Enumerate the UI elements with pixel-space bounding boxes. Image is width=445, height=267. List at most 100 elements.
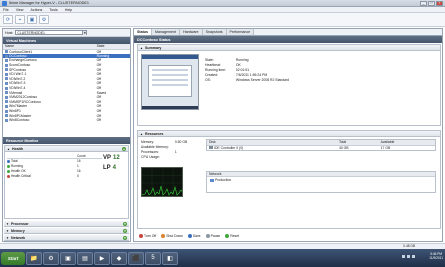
taskbar-app-icon[interactable]: 📁 [26,251,42,265]
tray-volume-icon[interactable] [412,255,415,258]
vm-icon [5,86,8,90]
chevron-down-icon[interactable]: ▼ [123,222,127,226]
action-label: Pause [210,234,221,238]
vm-state: Off [96,118,102,123]
action-icon [139,234,143,238]
action-shut-down-button[interactable]: Shut Down [161,234,183,238]
field-value: Windows Server 2008 R2 Standard [235,77,290,82]
taskbar-app-icon[interactable]: ◆ [111,251,127,265]
tab-snapshots[interactable]: Snapshots [202,29,227,35]
action-turn-off-button[interactable]: Turn Off [139,234,156,238]
vm-name: VMemail [9,90,23,95]
health-header[interactable]: ▲ Health ▲ [5,146,128,152]
memory-section[interactable]: ▼ Memory ▼ [4,228,129,234]
taskbar-app-icon[interactable]: ▣ [60,251,76,265]
chevron-up-icon[interactable]: ▲ [122,147,126,151]
network-item-label: Production [215,178,232,182]
app-icon [2,0,7,6]
close-button[interactable]: × [436,1,443,6]
host-value: CLUSTERNODE1 [17,31,45,35]
taskbar-app-icon[interactable]: ⬛ [128,251,144,265]
taskbar-app-icon[interactable]: ⚙ [43,251,59,265]
chevron-down-icon[interactable]: ▼ [123,229,127,233]
health-count: 0 [77,174,79,178]
processor-title: Processor [10,221,29,226]
vm-icon [5,82,8,86]
connect-icon[interactable]: ▣ [27,15,37,24]
taskbar-app-icon[interactable]: ▤ [77,251,93,265]
resources-header[interactable]: ▲ Resources [138,131,440,137]
field-value [175,154,193,159]
clock[interactable]: 5:46 PM 11/9/2011 [429,252,443,260]
chevron-down-icon[interactable]: ▼ [123,236,127,240]
tray-network-icon[interactable] [407,255,410,258]
taskbar-app-icon[interactable]: ◧ [162,251,178,265]
disk-icon [209,146,213,150]
network-box: Network Production [206,171,436,193]
vm-name: VDIWin7-4 [9,86,26,91]
health-table: Count Total 16 Running 1 Health OK 16 Health C… [7,154,102,179]
action-icon [205,234,210,238]
tab-management[interactable]: Management [151,29,180,35]
minimize-button[interactable]: _ [420,1,427,6]
network-item[interactable]: Production [207,178,435,182]
action-label: Save [192,234,201,238]
field-key: CPU Usage: [141,154,160,159]
action-pause-button[interactable]: Pause [205,234,221,238]
vm-name: SPContoso [9,67,27,72]
menu-file[interactable]: File [3,8,9,12]
maximize-button[interactable]: □ [428,1,435,6]
field-key: OS: [205,77,211,82]
host-select[interactable]: CLUSTERNODE1 ▼ [15,30,88,35]
disks-table: Disk Total Available IDE Controller 0 (0… [206,139,436,151]
taskbar: Start 📁 ⚙ ▣ ▤ ▶ ◆ ⬛ 5 ◧ 5:46 PM 11/9/2011 [0,249,445,267]
vm-table: Name State ContosoClient1 Off DCContoso Run… [3,44,130,123]
menu-actions[interactable]: Actions [31,8,43,12]
menu-view[interactable]: View [16,8,24,12]
summary-header[interactable]: ▲ Summary [138,45,440,51]
action-icon [161,234,166,238]
disk-name: IDE Controller 0 (0) [214,145,244,150]
action-save-button[interactable]: Save [187,234,201,238]
vp-lp-counters: VP 12 LP 4 [103,155,125,171]
health-label: Health OK [11,169,26,173]
vm-icon [5,72,8,76]
tab-hardware[interactable]: Hardware [179,29,203,35]
cpu-usage-graph [141,167,183,197]
menu-help[interactable]: Help [65,8,72,12]
chevron-down-icon[interactable]: ▼ [82,31,87,35]
vm-name: VDIWin7-3 [9,81,26,86]
vm-icon [5,63,8,67]
new-vm-icon[interactable]: + [15,15,25,24]
processor-section[interactable]: ▼ Processor ▼ [4,221,129,227]
summary-title: Summary [144,45,162,50]
tab-status[interactable]: Status [134,29,152,35]
memory-status: 0.48 GB [403,244,415,248]
taskbar-app-icon[interactable]: ▶ [94,251,110,265]
settings-icon[interactable]: ⚙ [39,15,49,24]
vm-icon [5,95,8,99]
disk-row[interactable]: IDE Controller 0 (0) 40 GB 17 GB [207,145,435,150]
vm-row[interactable]: Win8Contoso Off [3,118,130,123]
vm-name: Win8Contoso [9,118,30,123]
network-section[interactable]: ▼ Network ▼ [4,235,129,241]
status-dot-icon [7,169,10,173]
virtual-machines-header: Virtual Machines [3,37,130,44]
expand-icon: ▼ [6,235,9,240]
action-reset-button[interactable]: Reset [225,234,239,238]
start-button[interactable]: Start [1,251,25,265]
vm-name: VMMSP1RCContoso [9,99,41,104]
summary-fields: State: Running Heartbeat: OK Running time: 02… [205,58,299,82]
network-header: Network [207,172,435,177]
taskbar-app-icon[interactable]: 5 [145,251,161,265]
lp-value: 4 [112,165,117,171]
disk-total: 40 GB [338,145,349,150]
tray-flag-icon[interactable] [402,255,405,258]
vm-thumbnail[interactable] [141,54,199,110]
tab-performance[interactable]: Performance [226,29,255,35]
vm-icon [5,109,8,113]
action-icon [225,234,230,238]
refresh-icon[interactable]: ⟳ [3,15,13,24]
health-label: Health Critical [11,174,31,178]
menu-tools[interactable]: Tools [49,8,57,12]
